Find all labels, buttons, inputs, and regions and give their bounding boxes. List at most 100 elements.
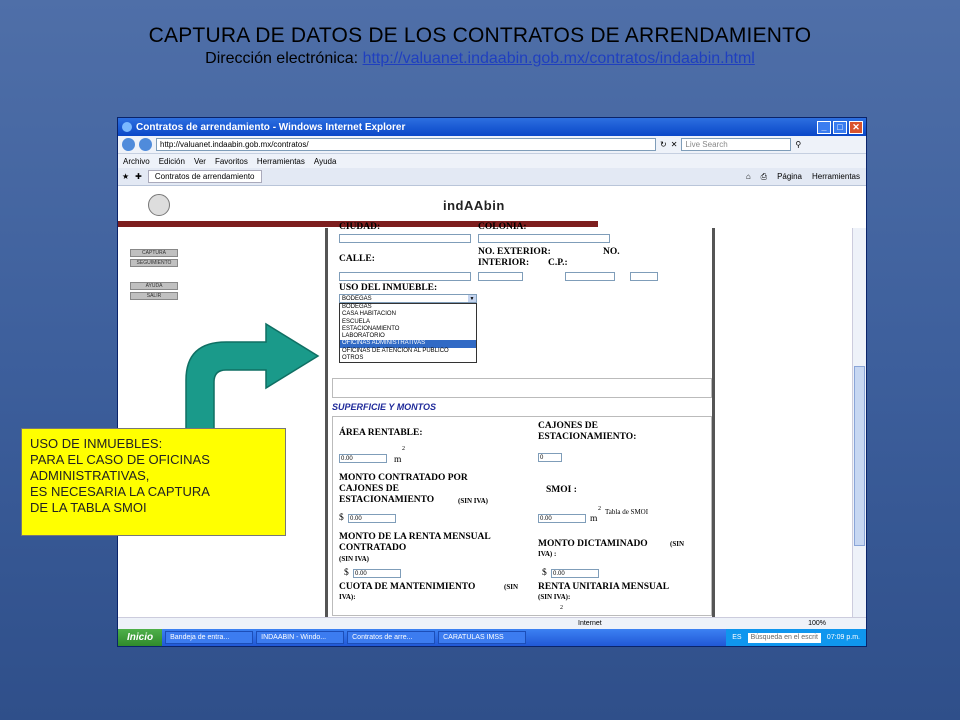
zoom-level[interactable]: 100%	[808, 620, 866, 627]
smoi-m-unit: m	[590, 514, 598, 524]
task-caratulas[interactable]: CARATULAS IMSS	[438, 631, 527, 644]
start-button[interactable]: Inicio	[118, 629, 163, 646]
vertical-scrollbar[interactable]	[852, 228, 866, 618]
search-input[interactable]: Live Search	[681, 138, 792, 151]
menu-ayuda[interactable]: Ayuda	[314, 157, 337, 166]
calle-input[interactable]	[339, 272, 471, 281]
dictaminado-input[interactable]: 0.00	[551, 569, 599, 578]
option-casa-habitacion[interactable]: CASA HABITACION	[340, 311, 476, 318]
print-icon[interactable]: ⎙	[761, 172, 767, 182]
ciudad-input[interactable]	[339, 234, 471, 243]
smoi-input[interactable]: 0.00	[538, 514, 586, 523]
m-superscript: 2	[402, 446, 405, 452]
minimize-button[interactable]: _	[817, 120, 831, 134]
clock: 07:09 p.m.	[826, 634, 860, 641]
salir-button[interactable]: SALIR	[130, 292, 178, 300]
dollar-3: $	[542, 568, 547, 578]
dollar-1: $	[339, 513, 344, 523]
taskbar: Inicio Bandeja de entra... INDAABIN - Wi…	[118, 629, 866, 646]
option-otros[interactable]: OTROS	[340, 355, 476, 362]
dictaminado-sin: (SIN	[670, 540, 685, 548]
tabla-smoi-link[interactable]: Tabla de SMOI	[605, 508, 648, 516]
task-contratos[interactable]: Contratos de arre...	[347, 631, 436, 644]
favorites-star-icon[interactable]: ★	[122, 172, 129, 181]
callout-line-5: DE LA TABLA SMOI	[30, 500, 147, 515]
cajones-input[interactable]: 0	[538, 453, 562, 462]
seguimiento-button[interactable]: SEGUIMIENTO	[130, 259, 178, 267]
no-exterior-label: NO. EXTERIOR:	[478, 247, 551, 257]
task-indaabin[interactable]: INDAABIN - Windo...	[256, 631, 345, 644]
forward-icon[interactable]	[139, 138, 152, 151]
menu-edicion[interactable]: Edición	[159, 157, 185, 166]
slide-subtitle: Dirección electrónica: http://valuanet.i…	[0, 50, 960, 68]
monto-contratado-label-3: ESTACIONAMIENTO	[339, 495, 435, 505]
curved-arrow-icon	[185, 322, 320, 439]
slide-title: CAPTURA DE DATOS DE LOS CONTRATOS DE ARR…	[0, 24, 960, 68]
tab-bar: ★ ✚ Contratos de arrendamiento ⌂ ⎙ Págin…	[118, 168, 866, 186]
search-icon[interactable]: ⚲	[795, 140, 801, 149]
subtitle-link[interactable]: http://valuanet.indaabin.gob.mx/contrato…	[363, 50, 755, 67]
uso-select[interactable]: BODEGAS ▼	[339, 294, 477, 303]
language-indicator[interactable]: ES	[732, 634, 741, 641]
back-icon[interactable]	[122, 138, 135, 151]
smoi-label: SMOI :	[546, 485, 577, 495]
cp-input[interactable]	[630, 272, 658, 281]
renta-input[interactable]: 0.00	[353, 569, 401, 578]
option-laboratorio[interactable]: LABORATORIO	[340, 333, 476, 340]
cuota-iva: IVA):	[339, 593, 356, 601]
refresh-icon[interactable]: ↻	[660, 140, 667, 149]
chevron-down-icon[interactable]: ▼	[468, 295, 476, 302]
page-menu[interactable]: Página	[777, 172, 802, 182]
smoi-m-superscript: 2	[598, 506, 601, 512]
renta-label-1: MONTO DE LA RENTA MENSUAL	[339, 532, 491, 542]
url-input[interactable]: http://valuanet.indaabin.gob.mx/contrato…	[156, 138, 656, 151]
stop-icon[interactable]: ✕	[671, 140, 678, 149]
system-tray: ES Búsqueda en el escrit 07:09 p.m.	[726, 629, 866, 646]
callout-line-3: ADMINISTRATIVAS,	[30, 468, 150, 483]
renta-sin-iva: (SIN IVA)	[339, 555, 370, 563]
scrollbar-thumb[interactable]	[854, 366, 865, 546]
contract-form: CIUDAD: COLONIA: CALLE: NO. EXTERIOR: NO…	[325, 222, 715, 630]
option-escuela[interactable]: ESCUELA	[340, 319, 476, 326]
m-unit: m	[394, 455, 402, 465]
maximize-button[interactable]: □	[833, 120, 847, 134]
ciudad-label: CIUDAD:	[339, 222, 381, 232]
home-icon[interactable]: ⌂	[746, 172, 751, 182]
monto-cajones-input[interactable]: 0.00	[348, 514, 396, 523]
menu-herramientas[interactable]: Herramientas	[257, 157, 305, 166]
window-title: Contratos de arrendamiento - Windows Int…	[136, 121, 406, 133]
cajones-label-1: CAJONES DE	[538, 421, 598, 431]
cajones-label-2: ESTACIONAMIENTO:	[538, 432, 637, 442]
ie-icon	[122, 122, 132, 132]
dollar-2: $	[344, 568, 349, 578]
option-estacionamiento[interactable]: ESTACIONAMIENTO	[340, 326, 476, 333]
task-bandeja[interactable]: Bandeja de entra...	[165, 631, 254, 644]
captura-button[interactable]: CAPTURA	[130, 249, 178, 257]
cuota-label: CUOTA DE MANTENIMIENTO	[339, 582, 476, 592]
callout-line-4: ES NECESARIA LA CAPTURA	[30, 484, 210, 499]
menu-ver[interactable]: Ver	[194, 157, 206, 166]
no-interior-input[interactable]	[565, 272, 615, 281]
option-oficinas-administrativas[interactable]: OFICINAS ADMINISTRATIVAS	[340, 340, 476, 348]
option-bodegas[interactable]: BODEGAS	[340, 304, 476, 311]
brand-logo: indAAbin	[443, 198, 505, 213]
dictaminado-iva: IVA) :	[538, 550, 557, 558]
no-exterior-input[interactable]	[478, 272, 523, 281]
close-button[interactable]: ✕	[849, 120, 863, 134]
ayuda-button[interactable]: AYUDA	[130, 282, 178, 290]
renta-unitaria-label: RENTA UNITARIA MENSUAL	[538, 582, 670, 592]
option-oficinas-atencion[interactable]: OFICINAS DE ATENCION AL PUBLICO	[340, 348, 476, 355]
menu-favoritos[interactable]: Favoritos	[215, 157, 248, 166]
window-titlebar: Contratos de arrendamiento - Windows Int…	[118, 118, 866, 136]
add-favorite-icon[interactable]: ✚	[135, 172, 142, 181]
tab-contratos[interactable]: Contratos de arrendamiento	[147, 170, 262, 183]
area-input[interactable]: 0.00	[339, 454, 387, 463]
subtitle-prefix: Dirección electrónica:	[205, 50, 363, 67]
renta-label-2: CONTRATADO	[339, 543, 407, 553]
menu-archivo[interactable]: Archivo	[123, 157, 150, 166]
address-bar: http://valuanet.indaabin.gob.mx/contrato…	[118, 136, 866, 154]
dictaminado-label: MONTO DICTAMINADO	[538, 539, 648, 549]
colonia-input[interactable]	[478, 234, 610, 243]
tools-menu[interactable]: Herramientas	[812, 172, 860, 182]
desktop-search-input[interactable]: Búsqueda en el escrit	[747, 632, 821, 643]
